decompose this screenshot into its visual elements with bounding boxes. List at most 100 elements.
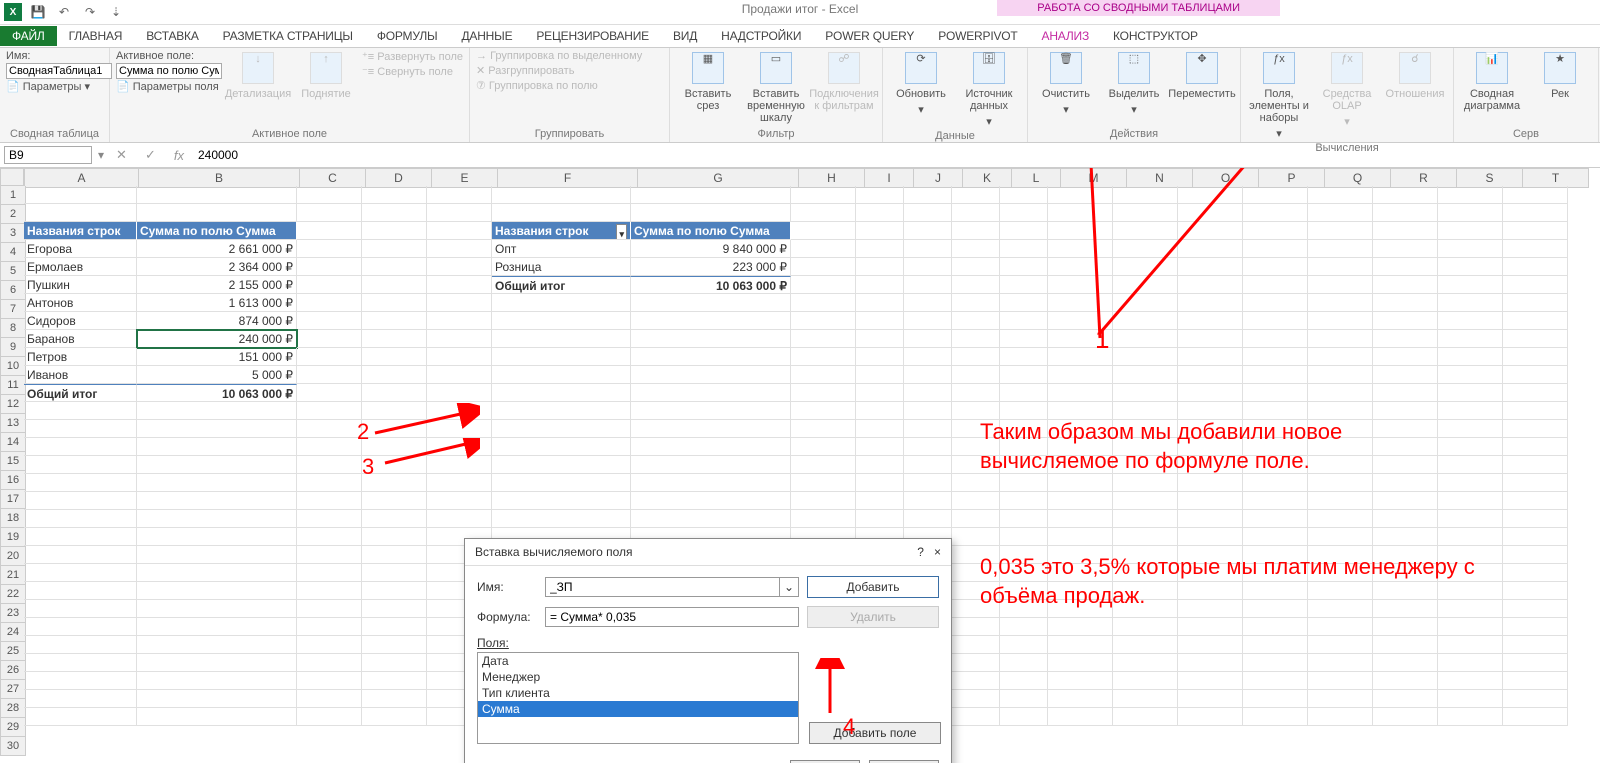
touch-mode-icon[interactable]: ⇣ xyxy=(106,2,126,22)
row-header[interactable]: 23 xyxy=(0,604,26,623)
tab-insert[interactable]: ВСТАВКА xyxy=(134,26,210,46)
column-header[interactable]: A xyxy=(24,168,139,188)
column-header[interactable]: T xyxy=(1523,168,1589,188)
row-header[interactable]: 22 xyxy=(0,585,26,604)
row-header[interactable]: 18 xyxy=(0,509,26,528)
column-header[interactable]: E xyxy=(432,168,498,188)
tab-addins[interactable]: НАДСТРОЙКИ xyxy=(709,26,813,46)
row-header[interactable]: 5 xyxy=(0,262,26,281)
row-header[interactable]: 1 xyxy=(0,186,26,205)
tab-home[interactable]: ГЛАВНАЯ xyxy=(57,26,135,46)
dialog-add-field-button[interactable]: Добавить поле xyxy=(809,722,941,744)
row-header[interactable]: 30 xyxy=(0,737,26,756)
select-button[interactable]: ⬚Выделить ▾ xyxy=(1102,50,1166,118)
field-item[interactable]: Сумма xyxy=(478,701,798,717)
row-header[interactable]: 19 xyxy=(0,528,26,547)
row-header[interactable]: 4 xyxy=(0,243,26,262)
insert-timeline-button[interactable]: ▭Вставить временную шкалу xyxy=(744,50,808,126)
data-source-button[interactable]: 🗄Источник данных ▾ xyxy=(957,50,1021,130)
tab-review[interactable]: РЕЦЕНЗИРОВАНИЕ xyxy=(524,26,661,46)
field-item[interactable]: Менеджер xyxy=(478,669,798,685)
column-header[interactable]: S xyxy=(1457,168,1523,188)
column-header[interactable]: P xyxy=(1259,168,1325,188)
column-header[interactable]: I xyxy=(865,168,914,188)
column-header[interactable]: G xyxy=(638,168,799,188)
dialog-name-input[interactable] xyxy=(545,577,780,597)
row-header[interactable]: 9 xyxy=(0,338,26,357)
dialog-name-dropdown-icon[interactable]: ⌄ xyxy=(780,577,799,597)
row-header[interactable]: 29 xyxy=(0,718,26,737)
dialog-close-icon[interactable]: × xyxy=(934,545,941,559)
column-header[interactable]: C xyxy=(300,168,366,188)
fx-icon[interactable]: fx xyxy=(168,148,190,163)
dialog-add-button[interactable]: Добавить xyxy=(807,576,939,598)
tab-analyze[interactable]: АНАЛИЗ xyxy=(1030,26,1102,46)
row-header[interactable]: 14 xyxy=(0,433,26,452)
tab-file[interactable]: ФАЙЛ xyxy=(0,26,57,46)
recommended-button[interactable]: ★Рек xyxy=(1528,50,1592,102)
pivot-options[interactable]: Параметры xyxy=(23,81,82,93)
select-all-corner[interactable] xyxy=(0,168,24,186)
row-header[interactable]: 6 xyxy=(0,281,26,300)
move-button[interactable]: ✥Переместить xyxy=(1170,50,1234,102)
tab-view[interactable]: ВИД xyxy=(661,26,709,46)
tab-design[interactable]: КОНСТРУКТОР xyxy=(1101,26,1210,46)
column-header[interactable]: N xyxy=(1127,168,1193,188)
pt2-header-rows[interactable]: Названия строк▾ xyxy=(492,222,631,240)
tab-formulas[interactable]: ФОРМУЛЫ xyxy=(365,26,450,46)
row-header[interactable]: 21 xyxy=(0,566,26,585)
column-header[interactable]: B xyxy=(139,168,300,188)
row-header[interactable]: 3 xyxy=(0,224,26,243)
clear-button[interactable]: 🗑Очистить ▾ xyxy=(1034,50,1098,118)
name-box[interactable] xyxy=(4,146,92,164)
spreadsheet-grid[interactable]: ABCDEFGHIJKLMNOPQRST 1234567891011121314… xyxy=(0,168,1600,763)
row-header[interactable]: 13 xyxy=(0,414,26,433)
column-header[interactable]: R xyxy=(1391,168,1457,188)
pivot-name-input[interactable] xyxy=(6,63,112,79)
column-header[interactable]: K xyxy=(963,168,1012,188)
dialog-help-icon[interactable]: ? xyxy=(917,545,924,559)
row-header[interactable]: 11 xyxy=(0,376,26,395)
field-options[interactable]: Параметры поля xyxy=(133,81,219,93)
column-header[interactable]: O xyxy=(1193,168,1259,188)
formula-confirm-icon[interactable]: ✓ xyxy=(139,147,162,163)
row-header[interactable]: 12 xyxy=(0,395,26,414)
column-header[interactable]: L xyxy=(1012,168,1061,188)
row-header[interactable]: 20 xyxy=(0,547,26,566)
row-header[interactable]: 28 xyxy=(0,699,26,718)
row-header[interactable]: 16 xyxy=(0,471,26,490)
tab-powerpivot[interactable]: POWERPIVOT xyxy=(926,26,1029,46)
row-header[interactable]: 24 xyxy=(0,623,26,642)
row-header[interactable]: 10 xyxy=(0,357,26,376)
tab-data[interactable]: ДАННЫЕ xyxy=(449,26,524,46)
dialog-formula-input[interactable] xyxy=(545,607,799,627)
undo-icon[interactable]: ↶ xyxy=(54,2,74,22)
active-field-input[interactable] xyxy=(116,63,222,79)
row-header[interactable]: 15 xyxy=(0,452,26,471)
dialog-fields-list[interactable]: ДатаМенеджерТип клиентаСумма xyxy=(477,652,799,744)
row-header[interactable]: 27 xyxy=(0,680,26,699)
column-header[interactable]: F xyxy=(498,168,638,188)
insert-slicer-button[interactable]: ▦Вставить срез xyxy=(676,50,740,114)
tab-powerquery[interactable]: POWER QUERY xyxy=(813,26,926,46)
formula-cancel-icon[interactable]: ✕ xyxy=(110,147,133,163)
column-header[interactable]: D xyxy=(366,168,432,188)
column-header[interactable]: M xyxy=(1061,168,1127,188)
refresh-button[interactable]: ⟳Обновить ▾ xyxy=(889,50,953,118)
tab-layout[interactable]: РАЗМЕТКА СТРАНИЦЫ xyxy=(211,26,365,46)
row-header[interactable]: 8 xyxy=(0,319,26,338)
redo-icon[interactable]: ↷ xyxy=(80,2,100,22)
row-header[interactable]: 2 xyxy=(0,205,26,224)
field-item[interactable]: Дата xyxy=(478,653,798,669)
fields-items-sets-button[interactable]: ƒxПоля, элементы и наборы ▾ xyxy=(1247,50,1311,142)
column-header[interactable]: Q xyxy=(1325,168,1391,188)
column-header[interactable]: H xyxy=(799,168,865,188)
pt1-header-rows[interactable]: Названия строк↓▾ xyxy=(24,222,137,240)
pivot-chart-button[interactable]: 📊Сводная диаграмма xyxy=(1460,50,1524,114)
row-header[interactable]: 17 xyxy=(0,490,26,509)
row-header[interactable]: 7 xyxy=(0,300,26,319)
row-header[interactable]: 25 xyxy=(0,642,26,661)
row-header[interactable]: 26 xyxy=(0,661,26,680)
column-header[interactable]: J xyxy=(914,168,963,188)
field-item[interactable]: Тип клиента xyxy=(478,685,798,701)
